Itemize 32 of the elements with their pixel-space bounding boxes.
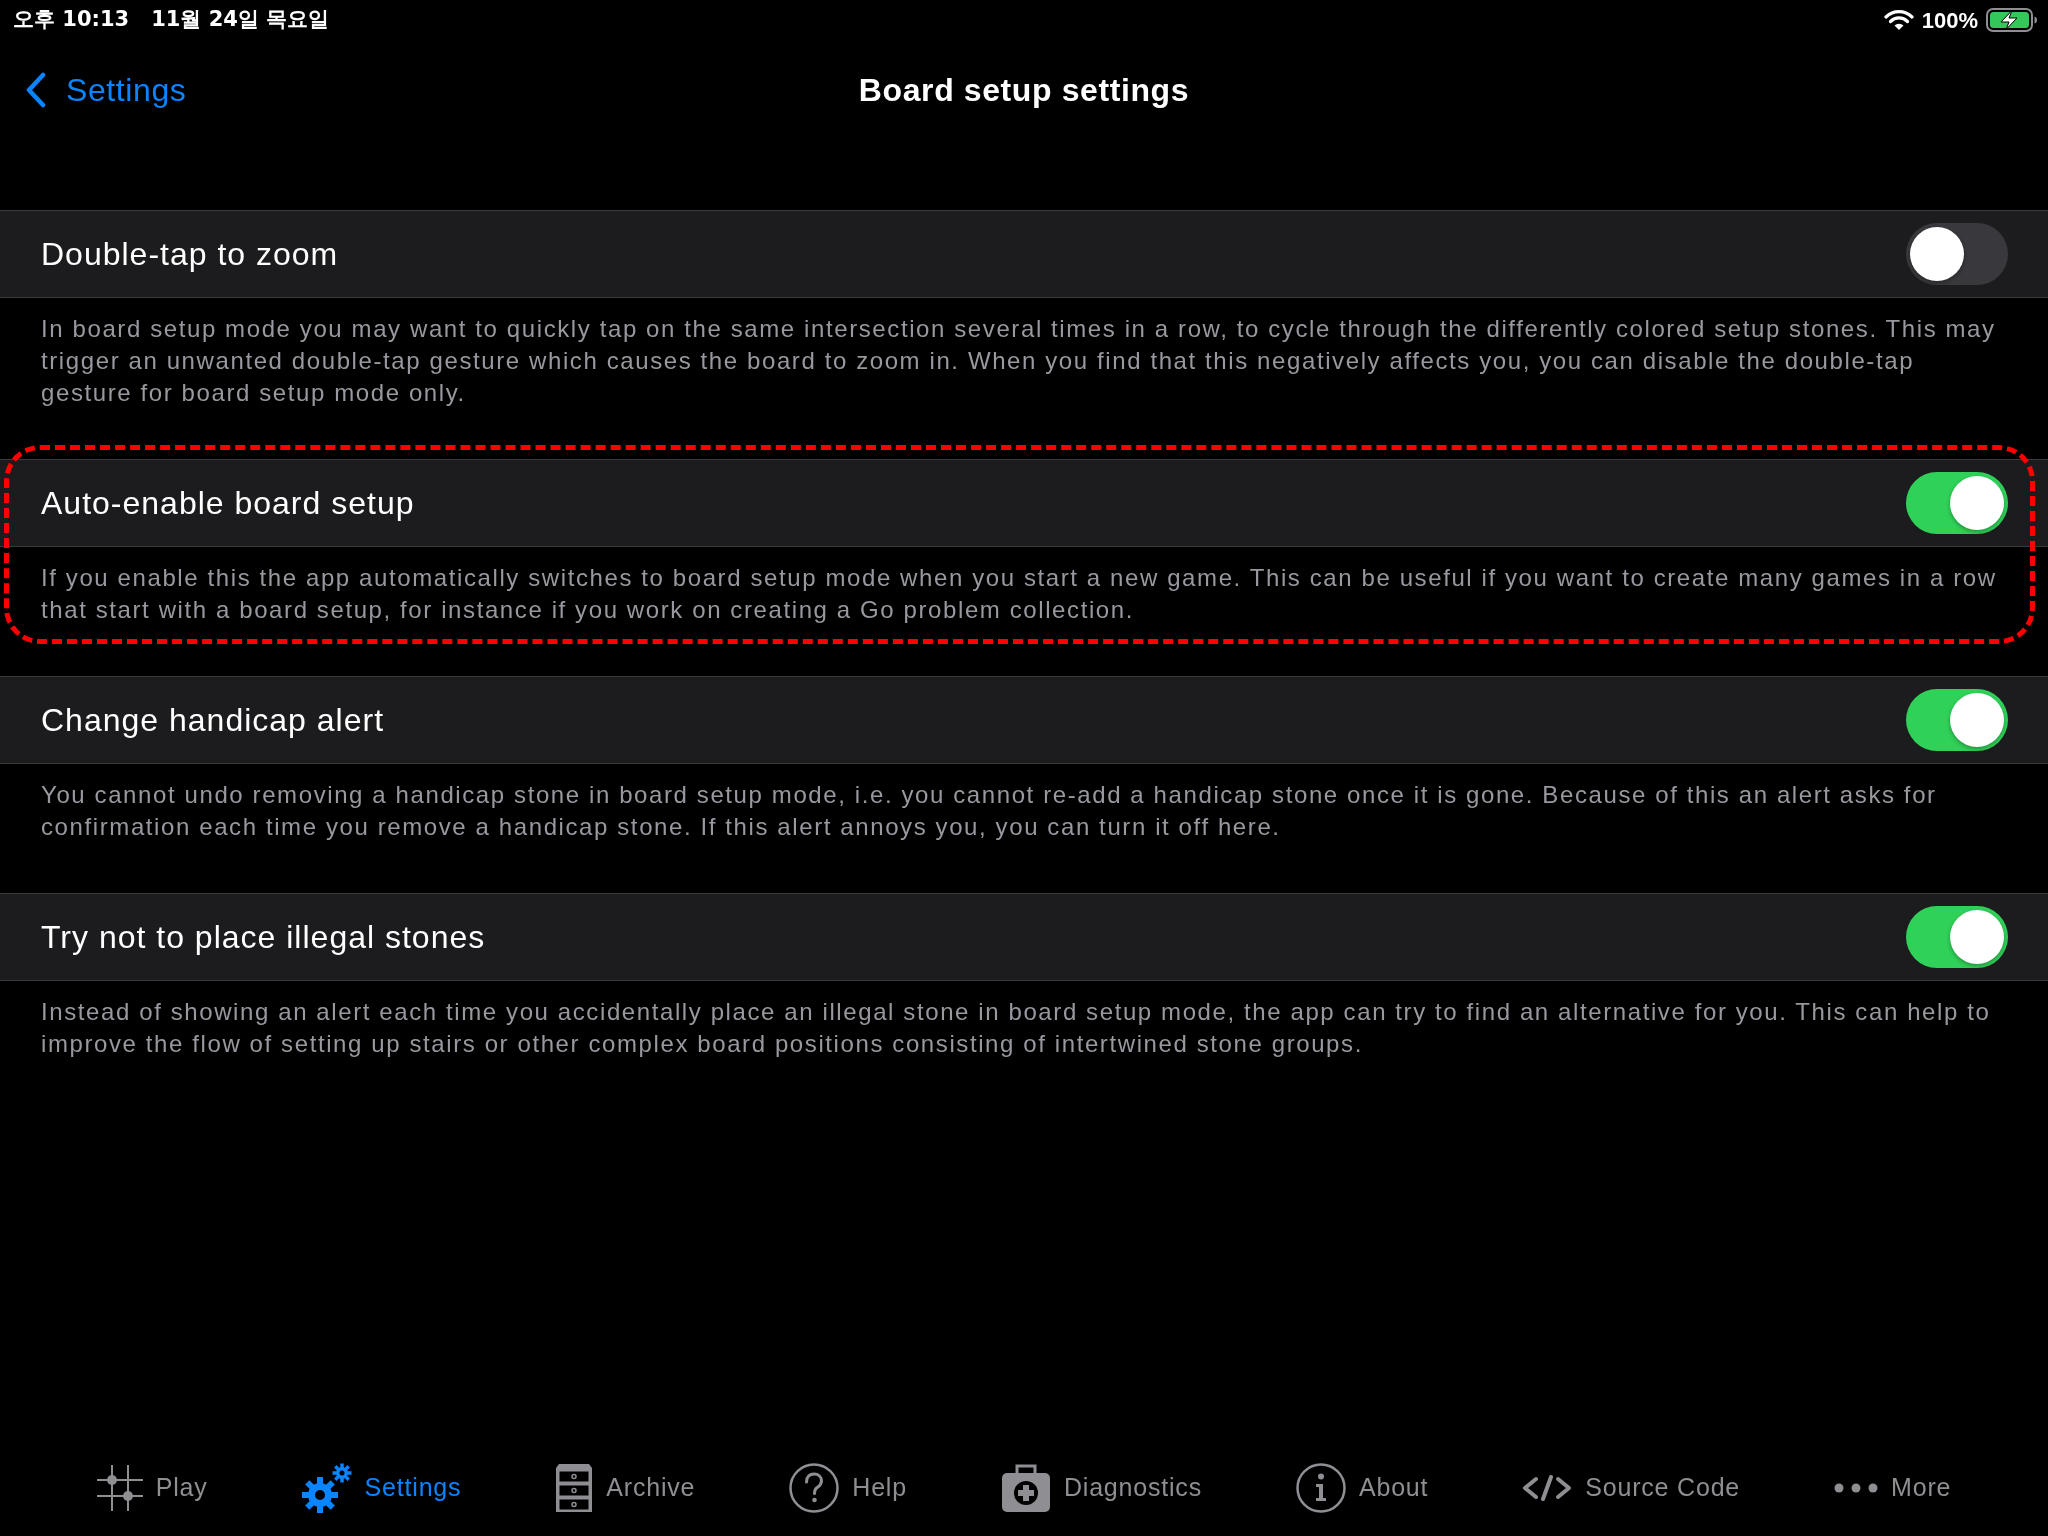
setting-title: Change handicap alert: [41, 701, 384, 740]
setting-description: You cannot undo removing a handicap stone in board setup mode, i.e. you cannot re-add a handicap stone once it is gone. Because of this an alert asks for confirmation each time you remove a handicap stone. If this alert annoys you, you can turn it off here.: [41, 780, 1938, 842]
setting-title: Auto-enable board setup: [41, 484, 415, 523]
battery-charging-icon: [1986, 8, 2038, 32]
tab-bar-item[interactable]: Source Code: [1522, 1469, 1741, 1507]
tab-bar-item[interactable]: More: [1834, 1469, 1952, 1507]
tab-bar-item[interactable]: About: [1295, 1463, 1429, 1513]
gears-icon: [301, 1463, 352, 1513]
tab-bar-item[interactable]: Diagnostics: [1000, 1463, 1202, 1513]
help-icon: [789, 1463, 840, 1513]
status-date: 11월 24일 목요일: [151, 6, 330, 34]
setting-title: Try not to place illegal stones: [41, 918, 486, 957]
filing-cabinet-icon: [555, 1463, 594, 1513]
tab-bar-item[interactable]: Settings: [301, 1463, 462, 1513]
go-board-icon: [96, 1465, 143, 1511]
medical-kit-icon: [1000, 1463, 1051, 1513]
battery-percent: 100%: [1921, 6, 1978, 35]
back-chevron-icon: [26, 72, 46, 108]
code-brackets-icon: [1522, 1475, 1573, 1501]
setting-description: Instead of showing an alert each time you accidentally place an illegal stone in board setup mode, the app can try to find an alternative for you. This can help to improve the flow of setting up stairs or other complex board positions consisting of intertwined stone groups.: [41, 997, 1992, 1059]
setting-title: Double-tap to zoom: [41, 235, 339, 274]
tab-bar-item[interactable]: Archive: [555, 1463, 696, 1513]
back-button[interactable]: Settings: [26, 66, 187, 114]
page-title: Board setup settings: [858, 71, 1190, 110]
info-icon: [1295, 1463, 1346, 1513]
setting-description: If you enable this the app automatically switches to board setup mode when you start a new game. This can be useful if you want to create many games in a row that start with a board setup, for instance if you work on creating a Go problem collection.: [41, 563, 1998, 625]
wifi-icon: [1883, 9, 1914, 31]
tab-bar-item[interactable]: Play: [96, 1465, 208, 1511]
status-time: 오후 10:13: [13, 6, 130, 34]
more-dots-icon: [1834, 1483, 1879, 1493]
setting-description: In board setup mode you may want to quickly tap on the same intersection several times in a row, to cycle through the differently colored setup stones. This may trigger an unwanted double-tap gesture which causes the board to zoom in. When you find that this negatively affects you, you can disable the double-tap gesture for board setup mode only.: [41, 314, 1997, 408]
tab-bar-item[interactable]: Help: [789, 1463, 907, 1513]
